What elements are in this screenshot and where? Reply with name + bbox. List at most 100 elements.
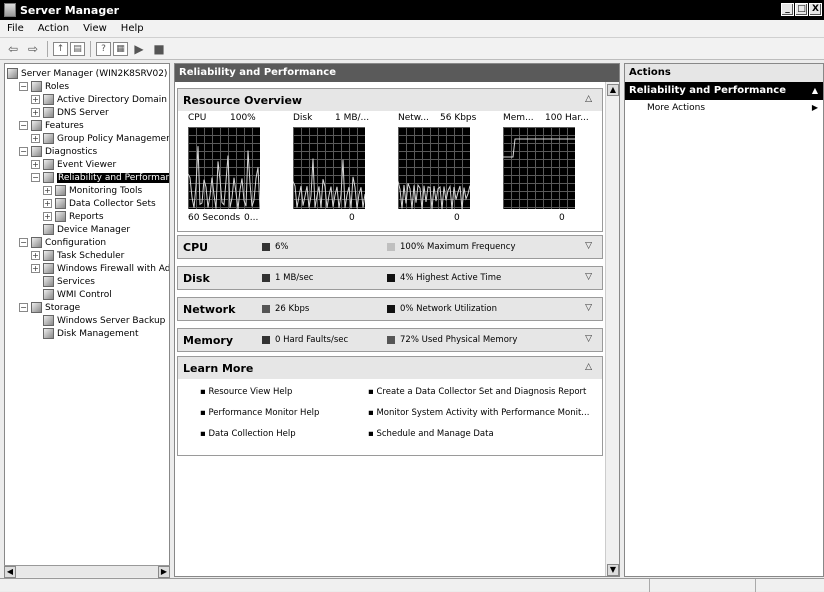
tree-item[interactable]: + Event Viewer <box>31 158 116 171</box>
legend-swatch <box>262 305 270 313</box>
back-arrow-icon[interactable]: ⇦ <box>4 41 22 57</box>
tree-spacer <box>31 290 40 299</box>
scroll-left-icon[interactable]: ◀ <box>4 565 16 578</box>
expand-chevron-icon[interactable]: ▽ <box>585 272 592 282</box>
actions-group-header[interactable]: Reliability and Performance ▲ <box>625 82 823 100</box>
expand-toggle-icon[interactable]: + <box>31 134 40 143</box>
expand-toggle-icon[interactable]: − <box>19 238 28 247</box>
tree-item[interactable]: + Task Scheduler <box>31 249 124 262</box>
section-cpu[interactable]: CPU 6% 100% Maximum Frequency ▽ <box>177 235 603 259</box>
tree-item[interactable]: + Windows Firewall with Adva <box>31 262 169 275</box>
learn-more-link[interactable]: ▪ Resource View Help <box>200 387 292 397</box>
expand-toggle-icon[interactable]: + <box>43 186 52 195</box>
section-header[interactable]: Disk 1 MB/sec 4% Highest Active Time ▽ <box>178 267 602 289</box>
close-button[interactable]: X <box>809 3 822 16</box>
learn-more-header[interactable]: Learn More △ <box>178 357 602 379</box>
more-actions-item[interactable]: More Actions ▶ <box>625 100 823 116</box>
tree-spacer <box>31 329 40 338</box>
tree-item[interactable]: Disk Management <box>31 327 138 340</box>
maximize-button[interactable]: □ <box>795 3 808 16</box>
expand-toggle-icon[interactable]: + <box>31 264 40 273</box>
up-folder-icon[interactable]: ↑ <box>53 41 68 56</box>
section-header[interactable]: Memory 0 Hard Faults/sec 72% Used Physical… <box>178 329 602 351</box>
expand-toggle-icon[interactable]: + <box>31 108 40 117</box>
tree-item[interactable]: − Diagnostics <box>19 145 97 158</box>
tree-item[interactable]: WMI Control <box>31 288 112 301</box>
expand-chevron-icon[interactable]: ▽ <box>585 241 592 251</box>
actions-group-label: Reliability and Performance <box>629 85 787 96</box>
collapse-arrow-icon[interactable]: ▲ <box>812 82 818 100</box>
tree-item[interactable]: Windows Server Backup <box>31 314 165 327</box>
expand-chevron-icon[interactable]: ▽ <box>585 303 592 313</box>
graph-trace <box>503 138 575 158</box>
section-header[interactable]: CPU 6% 100% Maximum Frequency ▽ <box>178 236 602 258</box>
expand-toggle-icon[interactable]: + <box>31 95 40 104</box>
section-memory[interactable]: Memory 0 Hard Faults/sec 72% Used Physical… <box>177 328 603 352</box>
forward-arrow-icon[interactable]: ⇨ <box>24 41 42 57</box>
menu-file[interactable]: File <box>0 23 31 34</box>
expand-chevron-icon[interactable]: ▽ <box>585 334 592 344</box>
minimize-button[interactable]: _ <box>781 3 794 16</box>
window-title: Server Manager <box>20 3 120 17</box>
scroll-right-icon[interactable]: ▶ <box>158 565 170 578</box>
legend-swatch <box>262 243 270 251</box>
tree-item[interactable]: − Features <box>19 119 84 132</box>
collapse-chevron-icon[interactable]: △ <box>585 94 592 104</box>
tree-item[interactable]: − Reliability and Performance <box>31 171 169 184</box>
tree-node-icon <box>43 224 54 235</box>
menu-view[interactable]: View <box>76 23 114 34</box>
tree-item[interactable]: + DNS Server <box>31 106 109 119</box>
collapse-chevron-icon[interactable]: △ <box>585 362 592 372</box>
tree-item[interactable]: Server Manager (WIN2K8SRV02) <box>7 67 167 80</box>
main-pane: Reliability and Performance ▲ ▼ Resource… <box>174 63 620 577</box>
scroll-up-icon[interactable]: ▲ <box>607 84 619 96</box>
learn-more-link-label: Resource View Help <box>208 387 293 397</box>
stop-icon[interactable]: ■ <box>150 41 168 57</box>
learn-more-link[interactable]: ▪ Monitor System Activity with Performan… <box>368 408 589 418</box>
main-vertical-scrollbar[interactable]: ▲ ▼ <box>605 82 619 576</box>
resource-graph <box>293 127 365 209</box>
section-network[interactable]: Network 26 Kbps 0% Network Utilization ▽ <box>177 297 603 321</box>
expand-toggle-icon[interactable]: − <box>19 121 28 130</box>
expand-toggle-icon[interactable]: − <box>19 147 28 156</box>
graph-line <box>188 146 260 209</box>
tree-item[interactable]: + Group Policy Management <box>31 132 169 145</box>
tree-item[interactable]: Device Manager <box>31 223 130 236</box>
tree-horizontal-scrollbar[interactable]: ◀ ▶ <box>4 565 170 578</box>
tree-item[interactable]: + Active Directory Domain Se <box>31 93 169 106</box>
play-icon[interactable]: ▶ <box>130 41 148 57</box>
expand-toggle-icon[interactable]: + <box>31 251 40 260</box>
expand-toggle-icon[interactable]: − <box>19 303 28 312</box>
menu-help[interactable]: Help <box>114 23 151 34</box>
learn-more-link-label: Schedule and Manage Data <box>376 429 494 439</box>
expand-toggle-icon[interactable]: + <box>31 160 40 169</box>
properties-icon[interactable]: ▦ <box>113 41 128 56</box>
tree-item[interactable]: + Reports <box>43 210 104 223</box>
tree-item[interactable]: + Monitoring Tools <box>43 184 142 197</box>
expand-toggle-icon[interactable]: − <box>31 173 40 182</box>
learn-more-link[interactable]: ▪ Performance Monitor Help <box>200 408 319 418</box>
tree-item[interactable]: − Configuration <box>19 236 106 249</box>
section-disk[interactable]: Disk 1 MB/sec 4% Highest Active Time ▽ <box>177 266 603 290</box>
learn-more-link[interactable]: ▪ Schedule and Manage Data <box>368 429 494 439</box>
show-hide-tree-icon[interactable]: ▤ <box>70 41 85 56</box>
status-pane-main <box>0 579 650 592</box>
tree-item[interactable]: + Data Collector Sets <box>43 197 156 210</box>
help-icon[interactable]: ? <box>96 41 111 56</box>
scroll-down-icon[interactable]: ▼ <box>607 564 619 576</box>
menu-action[interactable]: Action <box>31 23 76 34</box>
tree-item[interactable]: − Roles <box>19 80 69 93</box>
learn-more-link[interactable]: ▪ Data Collection Help <box>200 429 296 439</box>
expand-toggle-icon[interactable]: − <box>19 82 28 91</box>
tree-node-icon <box>55 185 66 196</box>
expand-toggle-icon[interactable]: + <box>43 212 52 221</box>
section-header[interactable]: Network 26 Kbps 0% Network Utilization ▽ <box>178 298 602 320</box>
tree-node-icon <box>31 237 42 248</box>
legend-swatch <box>262 274 270 282</box>
tree-item[interactable]: − Storage <box>19 301 80 314</box>
expand-toggle-icon[interactable]: + <box>43 199 52 208</box>
learn-more-link[interactable]: ▪ Create a Data Collector Set and Diagno… <box>368 387 586 397</box>
graph-min-label: 0... <box>244 213 259 223</box>
resource-overview-header[interactable]: Resource Overview △ <box>178 89 602 111</box>
tree-item[interactable]: Services <box>31 275 95 288</box>
